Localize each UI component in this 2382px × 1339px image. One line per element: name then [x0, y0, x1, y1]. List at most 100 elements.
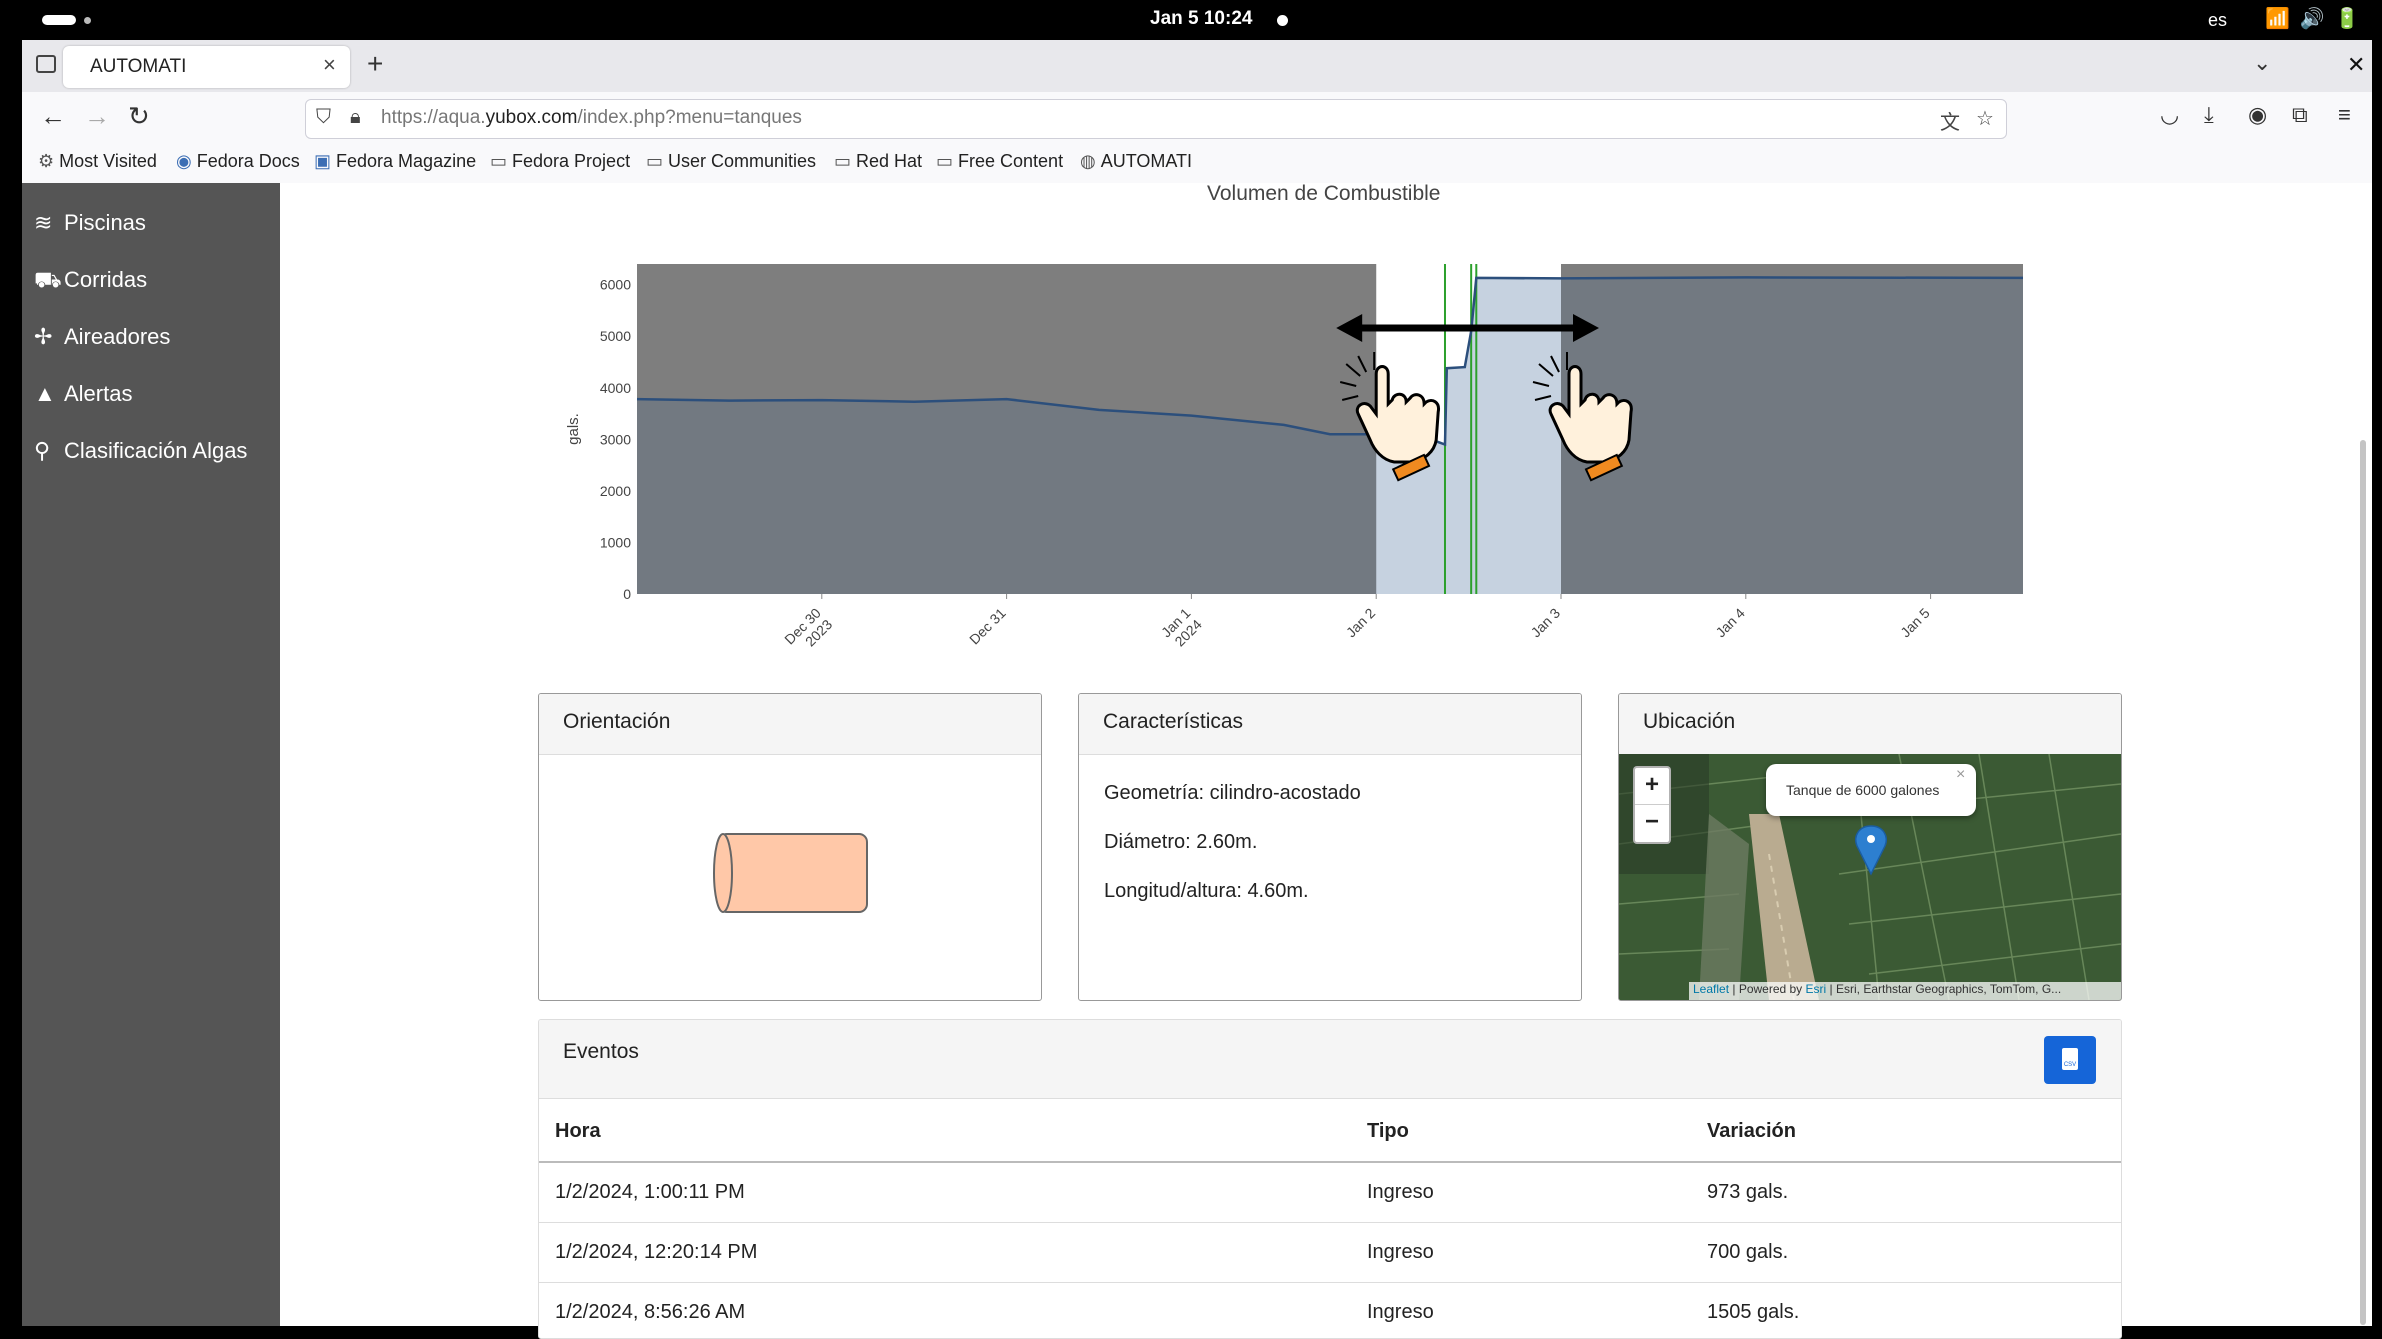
bookmark-most-visited[interactable]: ⚙ Most Visited	[38, 151, 157, 172]
keyboard-layout[interactable]: es	[2208, 10, 2227, 31]
recording-indicator-icon	[1277, 15, 1288, 26]
popup-close-icon[interactable]: ×	[1956, 766, 1965, 784]
x-tick-label: Jan 12024	[1158, 605, 1205, 652]
volume-chart[interactable]: 0 1000 2000 3000 4000 5000 6000 gals. Dec 302023…	[560, 250, 2040, 670]
column-header-variacion[interactable]: Variación	[1707, 1120, 1796, 1143]
bookmark-fedora-project[interactable]: ▭ Fedora Project	[490, 151, 630, 172]
export-csv-button[interactable]: CSV	[2044, 1036, 2096, 1084]
bookmark-fedora-docs[interactable]: ◉ Fedora Docs	[176, 151, 300, 172]
folder-icon: ▭	[646, 151, 664, 171]
magazine-icon: ▣	[314, 151, 332, 171]
window-close-icon[interactable]: ✕	[2347, 52, 2365, 78]
y-axis-label: gals.	[565, 413, 582, 445]
y-tick-label: 4000	[600, 380, 631, 396]
bookmark-automati[interactable]: ◍ AUTOMATI	[1080, 151, 1192, 172]
column-header-tipo[interactable]: Tipo	[1367, 1120, 1409, 1143]
cell-variacion: 973 gals.	[1707, 1181, 1789, 1203]
cell-variacion: 700 gals.	[1707, 1241, 1789, 1263]
x-tick-label: Dec 31	[966, 605, 1009, 648]
tab-title: AUTOMATI	[90, 56, 187, 77]
new-tab-icon[interactable]: +	[367, 48, 383, 80]
forward-icon[interactable]: →	[84, 101, 110, 132]
gear-icon: ⚙	[38, 151, 55, 171]
waves-icon: ≋	[34, 210, 53, 235]
panel-title: Orientación	[563, 710, 671, 733]
activities-indicator[interactable]	[42, 15, 76, 25]
back-icon[interactable]: ←	[40, 101, 66, 132]
dim-overlay-left	[637, 264, 1377, 594]
x-tick-label: Jan 4	[1712, 605, 1748, 641]
workspace-dot	[84, 17, 91, 24]
esri-link[interactable]: Esri	[1806, 982, 1827, 996]
cell-tipo: Ingreso	[1367, 1181, 1434, 1203]
table-row[interactable]: 1/2/2024, 8:56:26 AM Ingreso 1505 gals.	[539, 1283, 2121, 1338]
bookmark-free-content[interactable]: ▭ Free Content	[936, 151, 1063, 172]
bell-icon: ▲	[34, 381, 56, 406]
fan-icon: ✢	[34, 324, 53, 349]
sidebar-item-clasificacion-algas[interactable]: ⚲ Clasificación Algas	[34, 438, 247, 464]
system-tray-icons[interactable]: 📶🔊🔋	[2265, 6, 2370, 31]
bookmark-fedora-magazine[interactable]: ▣ Fedora Magazine	[314, 151, 476, 172]
sidebar	[22, 183, 280, 1326]
table-row[interactable]: 1/2/2024, 12:20:14 PM Ingreso 700 gals.	[539, 1223, 2121, 1282]
x-tick-label: Jan 3	[1528, 605, 1564, 641]
clock[interactable]: Jan 5 10:24	[1150, 8, 1252, 30]
extensions-icon[interactable]: ⧉	[2292, 102, 2308, 128]
sidebar-item-corridas[interactable]: ⛟ Corridas	[34, 267, 147, 296]
cell-hora: 1/2/2024, 1:00:11 PM	[555, 1181, 745, 1203]
panel-caracteristicas: Características Geometría: cilindro-acos…	[1078, 693, 1582, 1001]
microscope-icon: ⚲	[34, 438, 51, 463]
pocket-icon[interactable]: ◡	[2160, 102, 2179, 128]
sidebar-item-alertas[interactable]: ▲ Alertas	[34, 381, 132, 407]
sidebar-item-aireadores[interactable]: ✢ Aireadores	[34, 324, 170, 350]
cell-tipo: Ingreso	[1367, 1301, 1434, 1323]
tab-close-icon[interactable]: ×	[323, 52, 336, 78]
geometry-text: Geometría: cilindro-acostado	[1104, 782, 1361, 804]
account-icon[interactable]: ◉	[2248, 102, 2267, 128]
cell-hora: 1/2/2024, 12:20:14 PM	[555, 1241, 758, 1263]
translate-icon[interactable]: 文	[1940, 106, 1960, 135]
map-popup: Tanque de 6000 galones ×	[1766, 764, 1976, 816]
y-tick-label: 2000	[600, 483, 631, 499]
star-icon[interactable]: ☆	[1976, 106, 1994, 131]
bookmark-user-communities[interactable]: ▭ User Communities	[646, 151, 816, 172]
svg-text:CSV: CSV	[2064, 1062, 2076, 1068]
shield-icon[interactable]: ⛉	[316, 106, 331, 129]
globe-icon: ◍	[1080, 151, 1096, 171]
length-text: Longitud/altura: 4.60m.	[1104, 880, 1309, 902]
x-tick-label: Dec 302023	[781, 605, 835, 659]
reload-icon[interactable]: ↻	[128, 101, 150, 132]
folder-icon: ▭	[490, 151, 508, 171]
chevron-down-icon[interactable]: ⌄	[2253, 50, 2271, 76]
panel-orientacion: Orientación	[538, 693, 1042, 1001]
url-text[interactable]: https://aqua.yubox.com/index.php?menu=ta…	[381, 107, 802, 129]
y-tick-label: 6000	[600, 277, 631, 293]
leaflet-link[interactable]: Leaflet	[1693, 982, 1729, 996]
tab-overview-icon[interactable]	[36, 55, 56, 73]
page-scrollbar[interactable]	[2360, 440, 2366, 1325]
csv-file-icon: CSV	[2062, 1048, 2078, 1070]
y-tick-label: 0	[623, 586, 631, 602]
zoom-in-button[interactable]: +	[1635, 768, 1669, 804]
cell-hora: 1/2/2024, 8:56:26 AM	[555, 1301, 746, 1323]
folder-icon: ▭	[834, 151, 852, 171]
table-row[interactable]: 1/2/2024, 1:00:11 PM Ingreso 973 gals.	[539, 1163, 2121, 1222]
fish-icon: ⛟	[34, 267, 62, 292]
popup-text: Tanque de 6000 galones	[1786, 782, 1940, 798]
column-header-hora[interactable]: Hora	[555, 1120, 601, 1143]
panel-ubicacion: Ubicación + − Tanque de 6000 galones × L…	[1618, 693, 2122, 1001]
system-top-bar: Jan 5 10:24 es 📶🔊🔋	[0, 0, 2382, 40]
y-tick-label: 5000	[600, 328, 631, 344]
diameter-text: Diámetro: 2.60m.	[1104, 831, 1258, 853]
cell-variacion: 1505 gals.	[1707, 1301, 1800, 1323]
panel-title: Características	[1103, 710, 1244, 733]
panel-title: Eventos	[563, 1040, 639, 1063]
x-tick-label: Jan 2	[1343, 605, 1379, 641]
lock-icon[interactable]: 🔒︎	[350, 106, 361, 129]
sidebar-item-piscinas[interactable]: ≋ Piscinas	[34, 210, 146, 236]
download-icon[interactable]: ⤓	[2204, 102, 2214, 128]
zoom-out-button[interactable]: −	[1635, 804, 1669, 841]
menu-icon[interactable]: ≡	[2338, 102, 2351, 128]
y-tick-label: 3000	[600, 431, 631, 447]
bookmark-red-hat[interactable]: ▭ Red Hat	[834, 151, 922, 172]
